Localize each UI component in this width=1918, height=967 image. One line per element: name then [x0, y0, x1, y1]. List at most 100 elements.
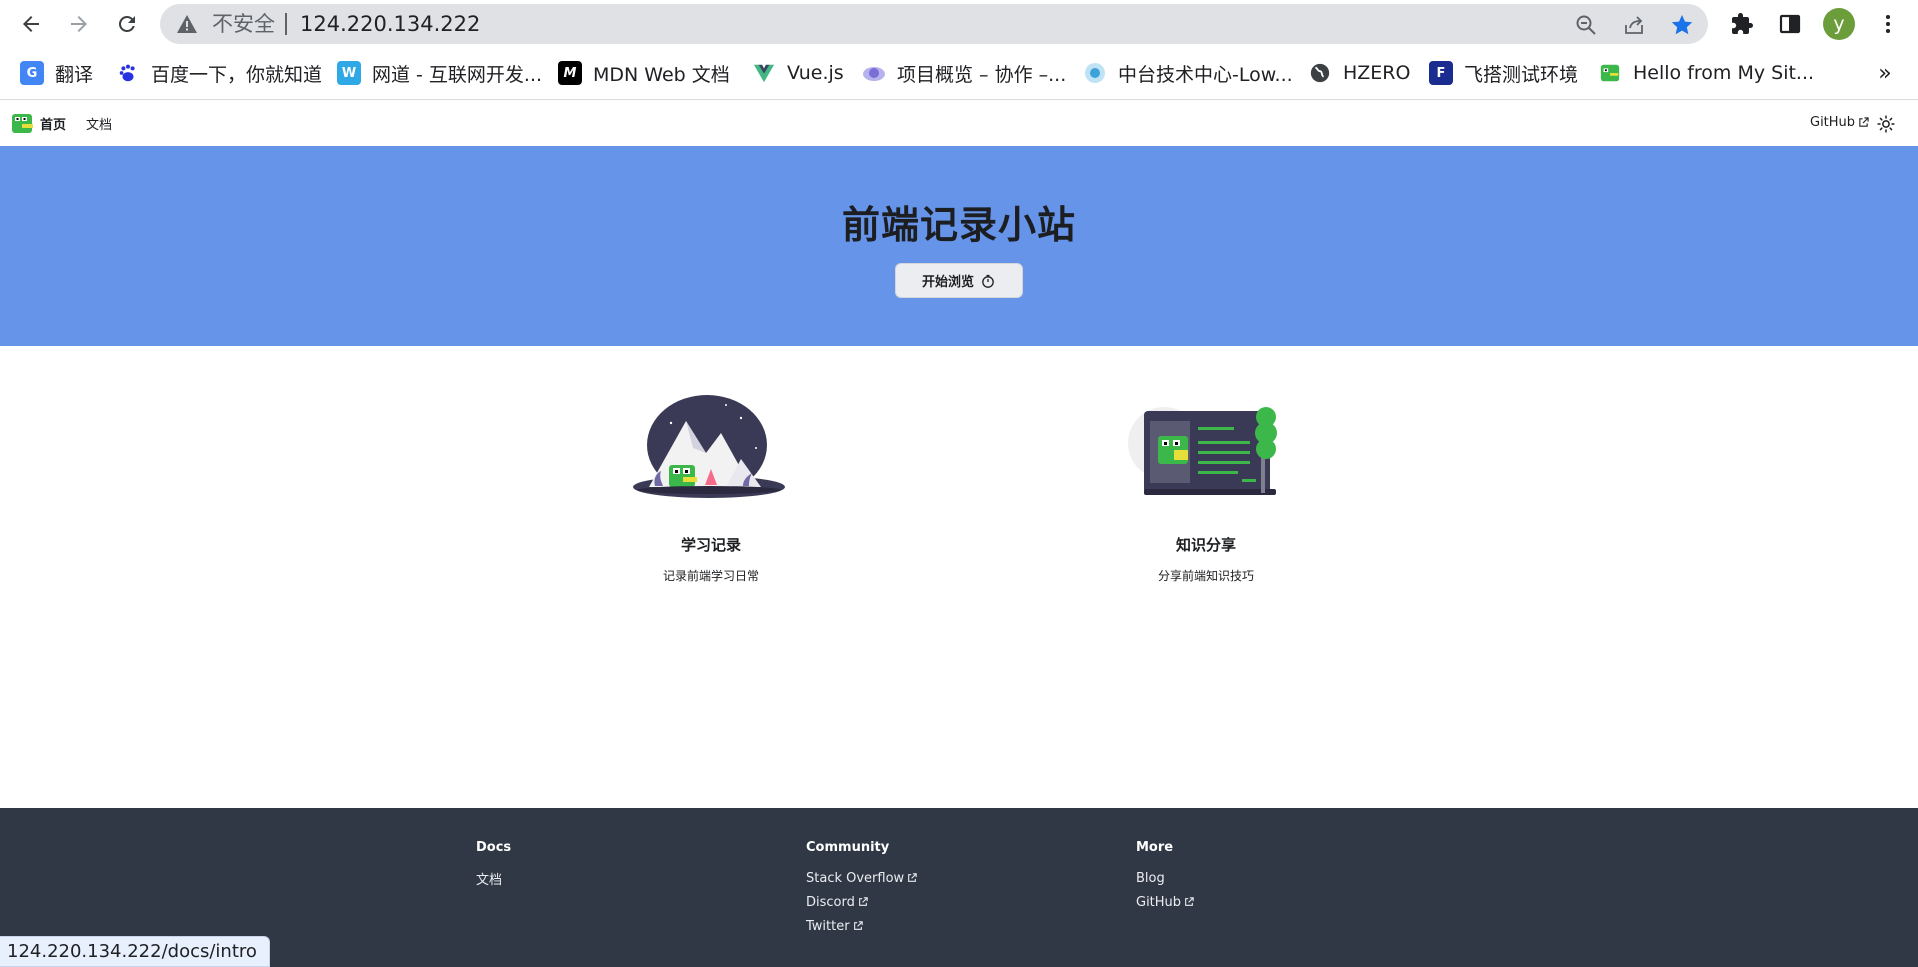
site-navbar: 首页 文档 GitHub [0, 101, 1918, 146]
bookmark-project[interactable]: 项目概览 – 协作 –... [862, 58, 1066, 88]
footer-link-label: 文档 [476, 872, 503, 888]
bookmark-label: 飞搭测试环境 [1464, 63, 1579, 86]
bookmark-mysite[interactable]: Hello from My Sit... [1598, 58, 1814, 88]
feature-title: 知识分享 [1175, 536, 1236, 554]
feature-desc: 分享前端知识技巧 [1157, 569, 1254, 583]
address-bar[interactable]: 不安全 124.220.134.222 [160, 4, 1708, 44]
external-link-icon [859, 897, 868, 906]
nav-github-label: GitHub [1810, 115, 1856, 130]
bookmark-star-icon[interactable] [1669, 12, 1695, 38]
profile-avatar[interactable]: y [1823, 8, 1855, 40]
site-logo-icon[interactable] [12, 113, 34, 134]
side-panel-button[interactable] [1774, 8, 1806, 40]
start-browsing-label: 开始浏览 [921, 275, 974, 290]
bookmark-mdn[interactable]: M MDN Web 文档 [558, 58, 730, 88]
footer-link-label: Blog [1136, 870, 1165, 886]
project-icon [862, 61, 886, 85]
footer-link-twitter[interactable]: Twitter [806, 918, 917, 934]
reload-icon [118, 15, 135, 32]
footer-column-community: Community Stack Overflow Discord Twitter [806, 840, 917, 942]
sun-icon [1877, 115, 1895, 133]
feature-title: 学习记录 [680, 536, 741, 554]
forward-button[interactable] [60, 5, 98, 43]
bookmark-baidu[interactable]: 百度一下，你就知道 [116, 58, 322, 88]
side-panel-icon [1779, 14, 1801, 34]
theme-toggle-button[interactable] [1875, 113, 1897, 135]
lowcode-icon [1083, 61, 1107, 85]
bookmark-lowcode[interactable]: 中台技术中心-Low... [1083, 58, 1293, 88]
external-link-icon [853, 921, 863, 930]
footer-link-docs[interactable]: 文档 [476, 870, 511, 888]
baidu-paw-icon [116, 61, 140, 85]
link-status-bubble: 124.220.134.222/docs/intro [0, 936, 270, 967]
bookmark-label: 百度一下，你就知道 [151, 63, 323, 86]
arrow-left-icon [23, 16, 39, 32]
bookmark-label: MDN Web 文档 [593, 63, 730, 86]
external-link-icon [1185, 897, 1194, 906]
bookmark-label: Hello from My Sit... [1633, 62, 1815, 84]
bookmark-wangdoc[interactable]: W 网道 - 互联网开发... [337, 58, 542, 88]
footer-link-label: Stack Overflow [806, 870, 905, 886]
browser-toolbar: 不安全 124.220.134.222 y [0, 0, 1918, 48]
start-browsing-button[interactable]: 开始浏览 [895, 263, 1023, 298]
wangdoc-icon: W [337, 61, 361, 85]
nav-docs-link[interactable]: 文档 [86, 114, 112, 133]
footer-column-title: More [1136, 840, 1174, 855]
stopwatch-icon [982, 274, 994, 288]
mountain-dino-illustration [633, 395, 785, 498]
hero-banner: 前端记录小站 开始浏览 [0, 146, 1918, 346]
hero-title: 前端记录小站 [841, 203, 1076, 247]
bookmark-feida[interactable]: F 飞搭测试环境 [1429, 58, 1578, 88]
nav-github-link[interactable]: GitHub [1810, 115, 1869, 130]
puzzle-icon [1732, 13, 1753, 34]
reload-button[interactable] [108, 5, 146, 43]
footer-link-label: Twitter [806, 918, 850, 934]
bookmark-hzero[interactable]: HZERO [1308, 58, 1410, 88]
external-link-icon [1859, 117, 1869, 127]
extensions-button[interactable] [1726, 8, 1758, 40]
share-icon[interactable] [1621, 12, 1647, 38]
site-footer: Docs 文档 Community Stack Overflow Discord… [0, 808, 1918, 967]
footer-link-stackoverflow[interactable]: Stack Overflow [806, 870, 917, 886]
globe-icon [1308, 61, 1332, 85]
bookmark-translate[interactable]: G 翻译 [20, 58, 93, 88]
bookmarks-overflow-button[interactable]: » [1872, 58, 1898, 88]
feida-icon: F [1429, 61, 1453, 85]
footer-column-title: Docs [476, 840, 512, 855]
kebab-menu-icon [1886, 15, 1890, 33]
feature-desc: 记录前端学习日常 [662, 569, 759, 583]
bookmark-label: 项目概览 – 协作 –... [897, 63, 1067, 86]
google-translate-icon: G [20, 61, 44, 85]
warning-icon[interactable] [176, 14, 198, 34]
footer-link-label: GitHub [1136, 894, 1182, 910]
footer-link-discord[interactable]: Discord [806, 894, 917, 910]
bookmark-vue[interactable]: Vue.js [752, 58, 844, 88]
feature-sharing: 知识分享 分享前端知识技巧 [996, 393, 1416, 584]
mdn-icon: M [558, 61, 582, 85]
footer-column-docs: Docs 文档 [476, 840, 511, 894]
arrow-right-icon [71, 16, 87, 32]
separator [285, 13, 287, 35]
feature-learning: 学习记录 记录前端学习日常 [501, 393, 921, 584]
menu-button[interactable] [1872, 8, 1904, 40]
bookmark-label: 中台技术中心-Low... [1118, 63, 1293, 86]
footer-column-title: Community [806, 840, 890, 855]
screen-dino-illustration [1128, 407, 1277, 495]
external-link-icon [908, 873, 917, 882]
bookmark-label: 网道 - 互联网开发... [372, 63, 543, 86]
footer-link-github[interactable]: GitHub [1136, 894, 1194, 910]
nav-home-link[interactable]: 首页 [40, 114, 66, 133]
url-text[interactable]: 124.220.134.222 [300, 12, 480, 36]
footer-link-label: Discord [806, 894, 855, 910]
bookmarks-bar: G 翻译 百度一下，你就知道 W 网道 - 互联网开发... M MDN Web… [0, 48, 1918, 100]
bookmark-label: HZERO [1343, 62, 1411, 84]
zoom-icon[interactable] [1573, 12, 1599, 38]
footer-link-blog[interactable]: Blog [1136, 870, 1194, 886]
bookmark-label: Vue.js [787, 62, 844, 84]
security-label[interactable]: 不安全 [212, 12, 275, 36]
dino-icon [1598, 61, 1622, 85]
bookmark-label: 翻译 [55, 63, 94, 86]
vue-icon [752, 61, 776, 85]
back-button[interactable] [12, 5, 50, 43]
footer-column-more: More Blog GitHub [1136, 840, 1194, 918]
